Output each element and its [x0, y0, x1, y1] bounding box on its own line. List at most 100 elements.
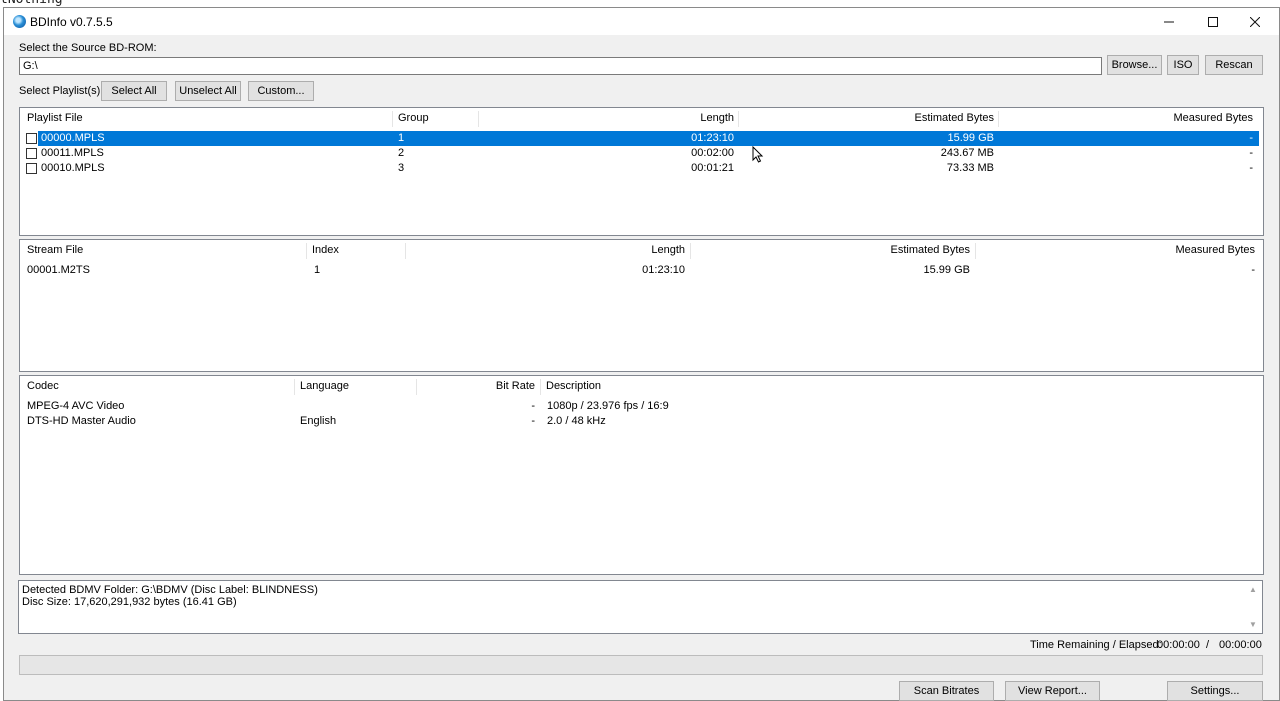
header-divider[interactable] [738, 111, 739, 127]
minimize-icon [1164, 21, 1174, 22]
playlist-checkbox[interactable] [26, 133, 37, 144]
header-divider[interactable] [405, 243, 406, 259]
playlist-length: 00:01:21 [691, 162, 734, 174]
time-separator: / [1206, 639, 1210, 651]
scroll-up-icon[interactable]: ▲ [1249, 584, 1257, 596]
col-language[interactable]: Language [300, 380, 349, 394]
playlist-file: 00011.MPLS [41, 147, 104, 159]
playlist-row[interactable]: 00010.MPLS 3 00:01:21 73.33 MB - [20, 161, 1263, 176]
col-playlist-file[interactable]: Playlist File [27, 112, 83, 126]
header-divider[interactable] [540, 379, 541, 395]
codec-language: English [300, 415, 337, 427]
header-divider[interactable] [690, 243, 691, 259]
stream-file: 00001.M2TS [27, 264, 90, 276]
iso-button[interactable]: ISO [1167, 55, 1199, 75]
playlist-estimated-bytes: 243.67 MB [940, 147, 994, 159]
header-divider[interactable] [478, 111, 479, 127]
playlist-row[interactable]: 00011.MPLS 2 00:02:00 243.67 MB - [20, 146, 1263, 161]
col-measured-bytes[interactable]: Measured Bytes [1000, 112, 1253, 126]
stream-estimated-bytes: 15.99 GB [923, 264, 970, 276]
codec-bit-rate: - [531, 415, 535, 427]
playlist-measured-bytes: - [1249, 147, 1253, 159]
minimize-button[interactable] [1146, 8, 1192, 35]
col-measured-bytes[interactable]: Measured Bytes [977, 244, 1255, 258]
source-label: Select the Source BD-ROM: [19, 42, 157, 54]
codec-description: 1080p / 23.976 fps / 16:9 [547, 400, 669, 412]
time-remaining-value: 00:00:00 [1157, 639, 1200, 651]
header-divider[interactable] [416, 379, 417, 395]
playlist-file: 00010.MPLS [41, 162, 105, 174]
header-divider[interactable] [306, 243, 307, 259]
browse-button[interactable]: Browse... [1107, 55, 1162, 75]
codec-bit-rate: - [531, 400, 535, 412]
playlist-estimated-bytes: 73.33 MB [946, 162, 994, 174]
custom-button[interactable]: Custom... [248, 81, 314, 101]
codec-header: Codec Language Bit Rate Description [20, 376, 1263, 398]
col-length[interactable]: Length [480, 112, 734, 126]
codec-name: DTS-HD Master Audio [27, 415, 136, 427]
col-stream-file[interactable]: Stream File [27, 244, 83, 258]
playlist-measured-bytes: - [1249, 132, 1253, 144]
scan-progress-bar [19, 655, 1263, 675]
close-icon [1250, 16, 1260, 27]
col-estimated-bytes[interactable]: Estimated Bytes [740, 112, 994, 126]
view-report-button[interactable]: View Report... [1005, 681, 1100, 701]
playlist-checkbox[interactable] [26, 163, 37, 174]
header-divider[interactable] [975, 243, 976, 259]
select-playlists-label: Select Playlist(s): [19, 85, 104, 97]
title-bar[interactable]: BDInfo v0.7.5.5 [4, 8, 1279, 35]
col-estimated-bytes[interactable]: Estimated Bytes [692, 244, 970, 258]
stream-file-list[interactable]: Stream File Index Length Estimated Bytes… [19, 239, 1264, 372]
time-elapsed-value: 00:00:00 [1219, 639, 1262, 651]
codec-name: MPEG-4 AVC Video [27, 400, 125, 412]
playlist-length: 01:23:10 [691, 132, 734, 144]
time-remaining-label: Time Remaining / Elapsed: [1030, 639, 1162, 651]
stream-row[interactable]: 00001.M2TS 1 01:23:10 15.99 GB - [20, 263, 1263, 278]
maximize-icon [1208, 16, 1218, 27]
row-highlight: 00000.MPLS 1 01:23:10 15.99 GB - [38, 131, 1259, 146]
playlist-length: 00:02:00 [691, 147, 734, 159]
col-codec[interactable]: Codec [27, 380, 59, 394]
select-all-button[interactable]: Select All [101, 81, 167, 101]
log-line: Detected BDMV Folder: G:\BDMV (Disc Labe… [22, 584, 318, 596]
scan-bitrates-button[interactable]: Scan Bitrates [899, 681, 994, 701]
codec-list[interactable]: Codec Language Bit Rate Description MPEG… [19, 375, 1264, 575]
header-divider[interactable] [998, 111, 999, 127]
codec-row[interactable]: MPEG-4 AVC Video - 1080p / 23.976 fps / … [20, 399, 1263, 414]
header-divider[interactable] [392, 111, 393, 127]
stream-header: Stream File Index Length Estimated Bytes… [20, 240, 1263, 262]
col-group[interactable]: Group [398, 112, 429, 126]
settings-button[interactable]: Settings... [1167, 681, 1263, 701]
codec-row[interactable]: DTS-HD Master Audio English - 2.0 / 48 k… [20, 414, 1263, 429]
playlist-file: 00000.MPLS [41, 132, 105, 144]
bdinfo-app-icon [13, 15, 26, 28]
playlist-header: Playlist File Group Length Estimated Byt… [20, 108, 1263, 130]
mouse-pointer-icon [752, 146, 764, 163]
header-divider[interactable] [294, 379, 295, 395]
scroll-down-icon[interactable]: ▼ [1249, 619, 1257, 631]
stream-length: 01:23:10 [642, 264, 685, 276]
playlist-group: 3 [398, 162, 405, 174]
close-button[interactable] [1232, 8, 1278, 35]
source-path-input[interactable] [19, 57, 1102, 75]
playlist-estimated-bytes: 15.99 GB [947, 132, 994, 144]
background-console-text: tNothing [0, 0, 63, 7]
stream-index: 1 [314, 264, 321, 276]
playlist-list[interactable]: Playlist File Group Length Estimated Byt… [19, 107, 1264, 236]
stream-measured-bytes: - [1251, 264, 1255, 276]
playlist-row[interactable]: 00000.MPLS 1 01:23:10 15.99 GB - [20, 131, 1263, 146]
status-log[interactable]: Detected BDMV Folder: G:\BDMV (Disc Labe… [18, 580, 1263, 634]
unselect-all-button[interactable]: Unselect All [175, 81, 241, 101]
log-scrollbar[interactable]: ▲ ▼ [1246, 582, 1261, 632]
maximize-button[interactable] [1190, 8, 1236, 35]
col-length[interactable]: Length [407, 244, 685, 258]
playlist-group: 2 [398, 147, 405, 159]
rescan-button[interactable]: Rescan [1205, 55, 1263, 75]
codec-description: 2.0 / 48 kHz [547, 415, 606, 427]
bdinfo-window: BDInfo v0.7.5.5 Select the Source BD-ROM… [3, 7, 1280, 701]
col-description[interactable]: Description [546, 380, 601, 394]
playlist-checkbox[interactable] [26, 148, 37, 159]
window-title: BDInfo v0.7.5.5 [30, 15, 113, 29]
col-index[interactable]: Index [312, 244, 339, 258]
col-bit-rate[interactable]: Bit Rate [418, 380, 535, 394]
